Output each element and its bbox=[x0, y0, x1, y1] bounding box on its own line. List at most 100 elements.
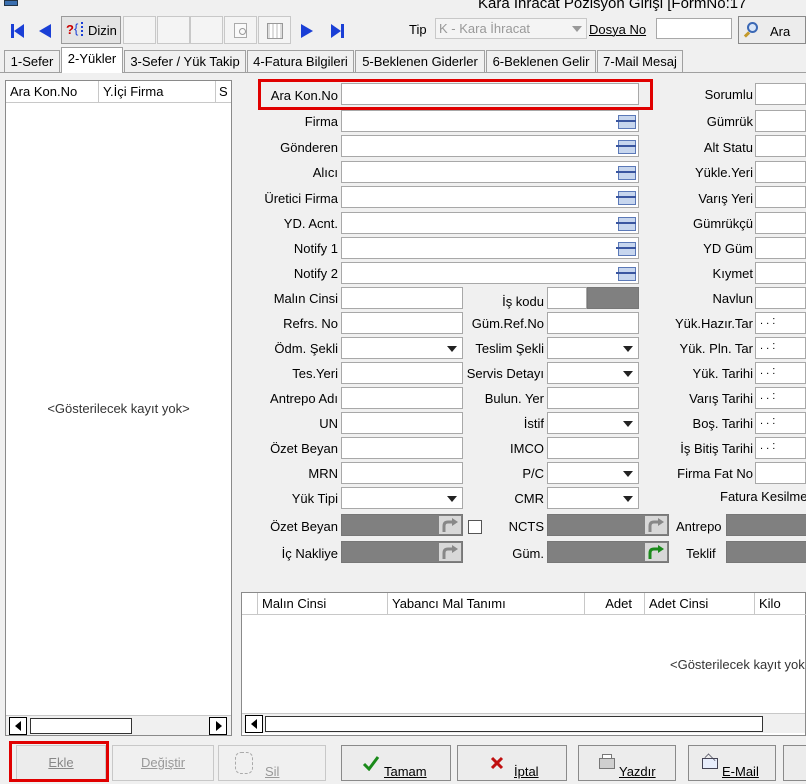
tab-beklenen-giderler[interactable]: 5-Beklenen Giderler bbox=[355, 50, 485, 73]
col-yici-firma[interactable]: Y.İçi Firma bbox=[99, 81, 216, 102]
yuk-tarihi-input[interactable]: . . : bbox=[755, 362, 806, 384]
varis-yeri-input[interactable] bbox=[755, 186, 806, 208]
tab-yukler[interactable]: 2-Yükler bbox=[61, 47, 123, 73]
uretici-firma-input[interactable] bbox=[341, 186, 639, 208]
scroll-thumb[interactable] bbox=[30, 718, 132, 734]
scroll-right-icon[interactable] bbox=[209, 717, 227, 735]
cmr-select[interactable] bbox=[547, 487, 639, 509]
firma-input[interactable] bbox=[341, 110, 639, 132]
gumruk-input[interactable] bbox=[755, 110, 806, 132]
picker-icon[interactable] bbox=[616, 189, 636, 205]
alici-input[interactable] bbox=[341, 161, 639, 183]
dosya-no-input[interactable] bbox=[656, 18, 732, 39]
refrs-no-input[interactable] bbox=[341, 312, 463, 334]
yuk-tipi-select[interactable] bbox=[341, 487, 463, 509]
items-grid[interactable]: Malın Cinsi Yabancı Mal Tanımı Adet Adet… bbox=[241, 592, 806, 736]
picker-icon[interactable] bbox=[616, 138, 636, 154]
col-adet-cinsi[interactable]: Adet Cinsi bbox=[645, 593, 755, 614]
mrn-input[interactable] bbox=[341, 462, 463, 484]
alt-statu-input[interactable] bbox=[755, 135, 806, 157]
navlun-input[interactable] bbox=[755, 287, 806, 309]
chevron-down-icon[interactable] bbox=[618, 463, 638, 483]
previous-record-button[interactable] bbox=[32, 16, 60, 44]
tab-sefer-yuk-takip[interactable]: 3-Sefer / Yük Takip bbox=[124, 50, 246, 73]
picker-icon[interactable] bbox=[616, 240, 636, 256]
left-horizontal-scrollbar[interactable] bbox=[6, 715, 231, 735]
gumrukcu-input[interactable] bbox=[755, 212, 806, 234]
calculator-button[interactable] bbox=[258, 16, 291, 44]
picker-icon[interactable] bbox=[616, 164, 636, 180]
chevron-down-icon[interactable] bbox=[442, 488, 462, 508]
notify2-input[interactable] bbox=[341, 262, 639, 284]
servis-detayi-select[interactable] bbox=[547, 362, 639, 384]
redo-arrow-icon[interactable] bbox=[645, 543, 667, 561]
bulun-yer-input[interactable] bbox=[547, 387, 639, 409]
antrepo-adi-input[interactable] bbox=[341, 387, 463, 409]
col-ara-kon-no[interactable]: Ara Kon.No bbox=[6, 81, 99, 102]
kiymet-input[interactable] bbox=[755, 262, 806, 284]
ara-button[interactable]: Ara bbox=[738, 16, 806, 44]
picker-icon[interactable] bbox=[616, 265, 636, 281]
tes-yeri-input[interactable] bbox=[341, 362, 463, 384]
tip-select[interactable]: K - Kara İhracat bbox=[435, 18, 587, 39]
pc-select[interactable] bbox=[547, 462, 639, 484]
left-list-panel[interactable]: Ara Kon.No Y.İçi Firma S <Gösterilecek k… bbox=[5, 80, 232, 736]
next-record-button[interactable] bbox=[292, 16, 322, 44]
picker-icon[interactable] bbox=[616, 113, 636, 129]
redo-arrow-icon[interactable] bbox=[645, 516, 667, 534]
scroll-thumb[interactable] bbox=[265, 716, 763, 732]
more-button[interactable] bbox=[783, 745, 806, 781]
yd-acnt-input[interactable] bbox=[341, 212, 639, 234]
col-s[interactable]: S bbox=[216, 81, 231, 102]
iptal-button[interactable]: İptal bbox=[457, 745, 567, 781]
ozet-beyan-input[interactable] bbox=[341, 437, 463, 459]
tab-mail-mesaj[interactable]: 7-Mail Mesaj bbox=[597, 50, 683, 73]
imco-input[interactable] bbox=[547, 437, 639, 459]
odm-sekli-select[interactable] bbox=[341, 337, 463, 359]
varis-tarihi-input[interactable]: . . : bbox=[755, 387, 806, 409]
last-record-button[interactable] bbox=[322, 16, 352, 44]
col-malin-cinsi[interactable]: Malın Cinsi bbox=[258, 593, 388, 614]
bos-tarihi-input[interactable]: . . : bbox=[755, 412, 806, 434]
print-preview-button[interactable] bbox=[224, 16, 257, 44]
is-bitis-tarihi-input[interactable]: . . : bbox=[755, 437, 806, 459]
dizin-button[interactable]: ? { Dizin bbox=[61, 16, 121, 44]
is-kodu-input[interactable] bbox=[547, 287, 587, 309]
tab-sefer[interactable]: 1-Sefer bbox=[4, 50, 60, 73]
chevron-down-icon[interactable] bbox=[618, 363, 638, 383]
chevron-down-icon[interactable] bbox=[618, 413, 638, 433]
picker-icon[interactable] bbox=[616, 215, 636, 231]
istif-select[interactable] bbox=[547, 412, 639, 434]
tamam-button[interactable]: Tamam bbox=[341, 745, 451, 781]
grid-horizontal-scrollbar[interactable] bbox=[242, 713, 805, 733]
redo-arrow-icon[interactable] bbox=[439, 543, 461, 561]
col-adet[interactable]: Adet bbox=[585, 593, 645, 614]
degistir-button[interactable]: Değiştir bbox=[112, 745, 214, 781]
tab-beklenen-gelir[interactable]: 6-Beklenen Gelir bbox=[486, 50, 596, 73]
yuk-hazir-tar-input[interactable]: . . : bbox=[755, 312, 806, 334]
gum-ref-no-input[interactable] bbox=[547, 312, 639, 334]
malin-cinsi-input[interactable] bbox=[341, 287, 463, 309]
scroll-left-icon[interactable] bbox=[245, 715, 263, 733]
col-yabanci-mal-tanimi[interactable]: Yabancı Mal Tanımı bbox=[388, 593, 585, 614]
firma-fat-no-input[interactable] bbox=[755, 462, 806, 484]
email-button[interactable]: E-Mail bbox=[688, 745, 776, 781]
ekle-button[interactable]: Ekle bbox=[16, 745, 106, 781]
chevron-down-icon[interactable] bbox=[442, 338, 462, 358]
tab-fatura-bilgileri[interactable]: 4-Fatura Bilgileri bbox=[247, 50, 354, 73]
toolbar-blank-button-3[interactable] bbox=[190, 16, 223, 44]
yd-gum-input[interactable] bbox=[755, 237, 806, 259]
redo-arrow-icon[interactable] bbox=[439, 516, 461, 534]
yukle-yeri-input[interactable] bbox=[755, 161, 806, 183]
toolbar-blank-button-1[interactable] bbox=[123, 16, 156, 44]
first-record-button[interactable] bbox=[2, 16, 32, 44]
sil-button[interactable]: Sil bbox=[218, 745, 326, 781]
toolbar-blank-button-2[interactable] bbox=[157, 16, 190, 44]
chevron-down-icon[interactable] bbox=[618, 338, 638, 358]
yuk-pln-tar-input[interactable]: . . : bbox=[755, 337, 806, 359]
un-input[interactable] bbox=[341, 412, 463, 434]
gonderen-input[interactable] bbox=[341, 135, 639, 157]
ara-kon-no-input[interactable] bbox=[341, 83, 639, 105]
sorumlu-input[interactable] bbox=[755, 83, 806, 105]
scroll-left-icon[interactable] bbox=[9, 717, 27, 735]
